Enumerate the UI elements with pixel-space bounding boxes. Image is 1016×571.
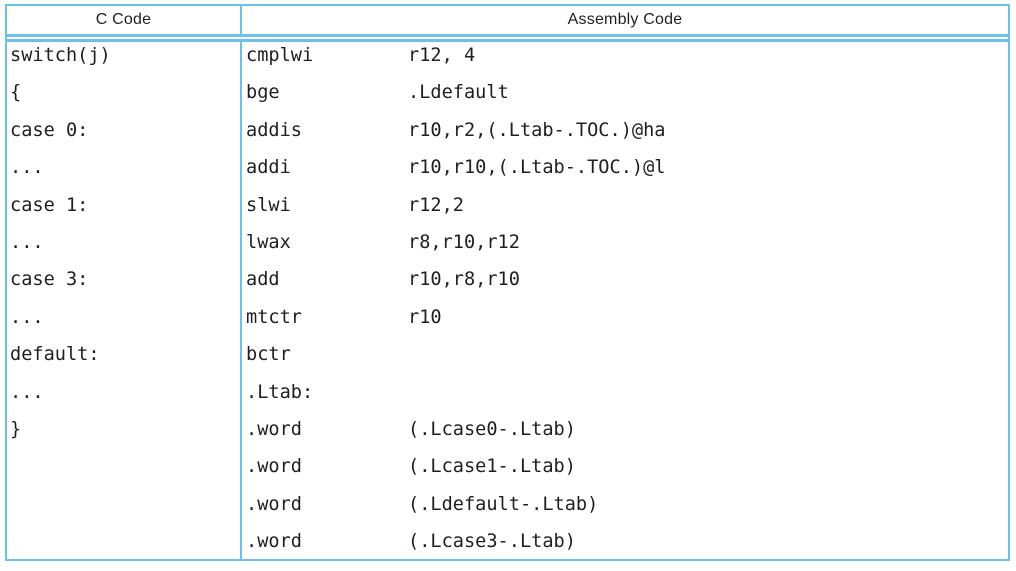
assembly-operands: (.Lcase0-.Ltab) [408,419,576,440]
assembly-operands: (.Ldefault-.Ltab) [408,494,598,515]
assembly-mnemonic: mtctr [246,299,408,336]
assembly-mnemonic: .word [246,411,408,448]
assembly-code-cell: cmplwir12, 4bge.Ldefaultaddisr10,r2,(.Lt… [242,42,1008,559]
assembly-mnemonic: addi [246,149,408,186]
assembly-mnemonic: .word [246,448,408,485]
c-code-line: case 1: [10,187,240,224]
assembly-operands: .Ldefault [408,82,509,103]
assembly-operands: r10,r10,(.Ltab-.TOC.)@l [408,157,665,178]
assembly-operands: r8,r10,r12 [408,232,520,253]
table-header-row: C Code Assembly Code [7,6,1008,42]
assembly-code-line: .Ltab: [246,374,1008,411]
c-code-line: ... [10,299,240,336]
assembly-mnemonic: cmplwi [246,42,408,74]
assembly-code-line: .word(.Lcase0-.Ltab) [246,411,1008,448]
assembly-operands: r10,r2,(.Ltab-.TOC.)@ha [408,120,665,141]
assembly-code-column-body: cmplwir12, 4bge.Ldefaultaddisr10,r2,(.Lt… [246,42,1008,559]
assembly-operands: r10 [408,307,442,328]
assembly-operands: (.Lcase3-.Ltab) [408,531,576,552]
assembly-code-line: bge.Ldefault [246,74,1008,111]
assembly-code-line: addir10,r10,(.Ltab-.TOC.)@l [246,149,1008,186]
assembly-code-line: addr10,r8,r10 [246,261,1008,298]
code-comparison-table: C Code Assembly Code switch(j){case 0:..… [5,4,1010,561]
assembly-mnemonic: .Ltab: [246,374,408,411]
assembly-code-line: .word(.Ldefault-.Ltab) [246,486,1008,523]
assembly-code-line: lwaxr8,r10,r12 [246,224,1008,261]
c-code-line: default: [10,336,240,373]
c-code-cell: switch(j){case 0:...case 1:...case 3:...… [7,42,242,559]
c-code-line: ... [10,224,240,261]
c-code-line: } [10,411,240,448]
assembly-mnemonic: bctr [246,336,408,373]
assembly-mnemonic: bge [246,74,408,111]
c-code-line: ... [10,149,240,186]
assembly-mnemonic: lwax [246,224,408,261]
table-body-row: switch(j){case 0:...case 1:...case 3:...… [7,42,1008,559]
assembly-code-line: mtctrr10 [246,299,1008,336]
assembly-operands: r12,2 [408,195,464,216]
assembly-mnemonic: .word [246,523,408,559]
assembly-code-line: addisr10,r2,(.Ltab-.TOC.)@ha [246,112,1008,149]
assembly-code-line: slwir12,2 [246,187,1008,224]
c-code-column-body: switch(j){case 0:...case 1:...case 3:...… [10,42,240,448]
c-code-line: case 3: [10,261,240,298]
assembly-mnemonic: slwi [246,187,408,224]
c-code-line: switch(j) [10,42,240,74]
assembly-operands: r10,r8,r10 [408,269,520,290]
assembly-mnemonic: addis [246,112,408,149]
c-code-line: case 0: [10,112,240,149]
assembly-code-line: .word(.Lcase3-.Ltab) [246,523,1008,559]
assembly-operands: r12, 4 [408,45,475,66]
assembly-mnemonic: add [246,261,408,298]
assembly-operands: (.Lcase1-.Ltab) [408,456,576,477]
assembly-mnemonic: .word [246,486,408,523]
assembly-code-line: .word(.Lcase1-.Ltab) [246,448,1008,485]
assembly-code-line: cmplwir12, 4 [246,42,1008,74]
c-code-line: { [10,74,240,111]
c-code-line: ... [10,374,240,411]
assembly-code-line: bctr [246,336,1008,373]
column-header-assembly-code: Assembly Code [242,6,1008,34]
column-header-c-code: C Code [7,6,242,34]
